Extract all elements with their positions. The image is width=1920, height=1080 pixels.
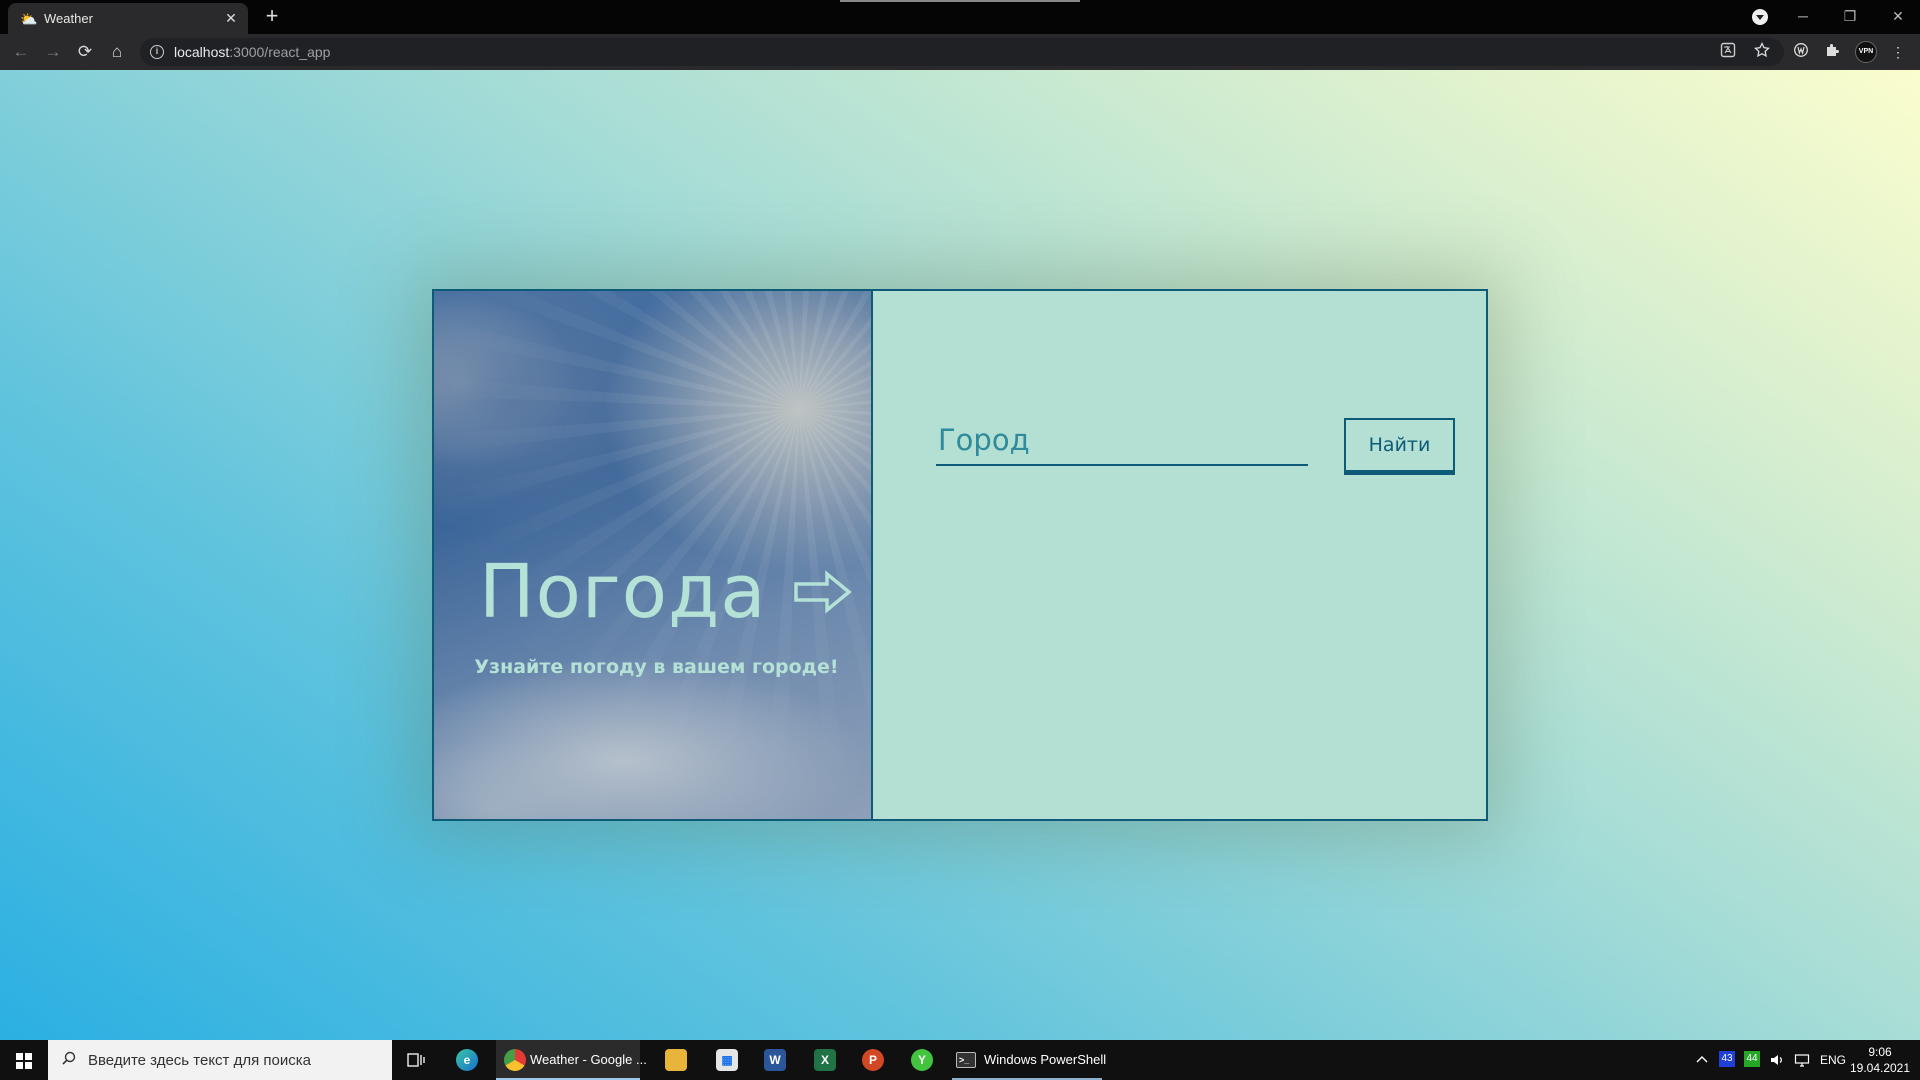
- volume-icon[interactable]: [1767, 1040, 1787, 1080]
- word-icon: W: [764, 1049, 786, 1071]
- browser-tab-bar: ⛅ Weather ✕ + ─ ❐ ✕: [0, 0, 1920, 34]
- forward-button[interactable]: →: [41, 40, 65, 64]
- reload-button[interactable]: ⟳: [73, 40, 97, 64]
- find-button[interactable]: Найти: [1344, 418, 1455, 475]
- system-clock[interactable]: 9:06 19.04.2021: [1848, 1044, 1912, 1076]
- terminal-icon: >_: [956, 1052, 976, 1068]
- clock-date: 19.04.2021: [1849, 1061, 1911, 1075]
- search-placeholder: Введите здесь текст для поиска: [88, 1052, 311, 1069]
- url-text[interactable]: localhost:3000/react_app: [174, 44, 330, 60]
- url-host: localhost: [174, 44, 230, 60]
- weather-favicon-icon: ⛅: [20, 11, 38, 27]
- puzzle-icon[interactable]: [1823, 42, 1843, 62]
- close-window-button[interactable]: ✕: [1880, 4, 1916, 28]
- taskbar-search-box[interactable]: Введите здесь текст для поиска: [48, 1040, 392, 1080]
- edge-app[interactable]: e: [452, 1040, 482, 1080]
- tray-overflow-chevron-icon[interactable]: [1695, 1040, 1709, 1080]
- home-button[interactable]: ⌂: [105, 40, 129, 64]
- network-icon[interactable]: [1792, 1040, 1812, 1080]
- url-path: :3000/react_app: [229, 44, 331, 60]
- store-app[interactable]: ▦: [712, 1040, 742, 1080]
- extension-icon[interactable]: [1791, 42, 1811, 62]
- clock-time: 9:06: [1868, 1045, 1892, 1059]
- tab-title: Weather: [44, 11, 93, 26]
- powershell-app-label: Windows PowerShell: [984, 1052, 1107, 1067]
- tab-close-icon[interactable]: ✕: [222, 9, 240, 27]
- restore-button[interactable]: ❐: [1832, 4, 1868, 28]
- green-app[interactable]: Y: [907, 1040, 937, 1080]
- kebab-menu-icon[interactable]: ⋮: [1888, 42, 1908, 62]
- powerpoint-app[interactable]: P: [858, 1040, 888, 1080]
- store-icon: ▦: [716, 1049, 738, 1071]
- windows-logo-icon: [16, 1053, 32, 1069]
- browser-toolbar: ← → ⟳ ⌂ i localhost:3000/react_app ⋮: [0, 34, 1920, 70]
- translate-icon[interactable]: [1718, 42, 1738, 62]
- excel-app[interactable]: X: [810, 1040, 840, 1080]
- site-info-icon[interactable]: i: [150, 45, 164, 59]
- back-button[interactable]: ←: [9, 40, 33, 64]
- task-view-button[interactable]: [403, 1040, 429, 1080]
- excel-icon: X: [814, 1049, 836, 1071]
- app-title: Погода: [479, 549, 767, 635]
- sprout-icon: Y: [911, 1049, 933, 1071]
- page-viewport: Погода Узнайте погоду в вашем городе! На…: [0, 70, 1920, 1040]
- new-tab-button[interactable]: +: [260, 5, 284, 29]
- tab-weather[interactable]: ⛅ Weather ✕: [8, 3, 248, 34]
- vpn-extension-avatar[interactable]: VPN: [1855, 41, 1877, 63]
- word-app[interactable]: W: [760, 1040, 790, 1080]
- powershell-app[interactable]: >_ Windows PowerShell: [952, 1040, 1106, 1080]
- weather-card: Погода Узнайте погоду в вашем городе! На…: [432, 289, 1488, 821]
- minimize-button[interactable]: ─: [1785, 4, 1821, 28]
- powerpoint-icon: P: [862, 1049, 884, 1071]
- edge-icon: e: [456, 1049, 478, 1071]
- chrome-app[interactable]: Weather - Google ...: [496, 1040, 647, 1080]
- city-input[interactable]: [936, 416, 1308, 466]
- tray-badge-green[interactable]: 44: [1744, 1051, 1760, 1067]
- file-explorer-app[interactable]: [660, 1040, 692, 1080]
- start-button[interactable]: [0, 1040, 48, 1080]
- star-icon[interactable]: [1752, 41, 1772, 62]
- tray-badge-blue[interactable]: 43: [1719, 1051, 1735, 1067]
- search-form: Найти: [873, 291, 1486, 819]
- tab-search-icon[interactable]: [1752, 9, 1768, 25]
- hero-sky-panel: Погода Узнайте погоду в вашем городе!: [434, 291, 873, 819]
- language-indicator[interactable]: ENG: [1820, 1040, 1846, 1080]
- task-view-icon: [407, 1053, 425, 1067]
- address-bar[interactable]: i localhost:3000/react_app: [140, 38, 1784, 66]
- hero-title-row: Погода: [479, 549, 853, 635]
- tab-strip-indicator: [840, 0, 1080, 2]
- app-subtitle: Узнайте погоду в вашем городе!: [474, 656, 839, 678]
- chrome-app-label: Weather - Google ...: [530, 1052, 647, 1067]
- chrome-icon: [504, 1049, 526, 1071]
- windows-taskbar: Введите здесь текст для поиска e Weather…: [0, 1040, 1920, 1080]
- search-icon: [62, 1051, 76, 1065]
- arrow-right-icon: [793, 570, 852, 614]
- folder-icon: [665, 1049, 687, 1071]
